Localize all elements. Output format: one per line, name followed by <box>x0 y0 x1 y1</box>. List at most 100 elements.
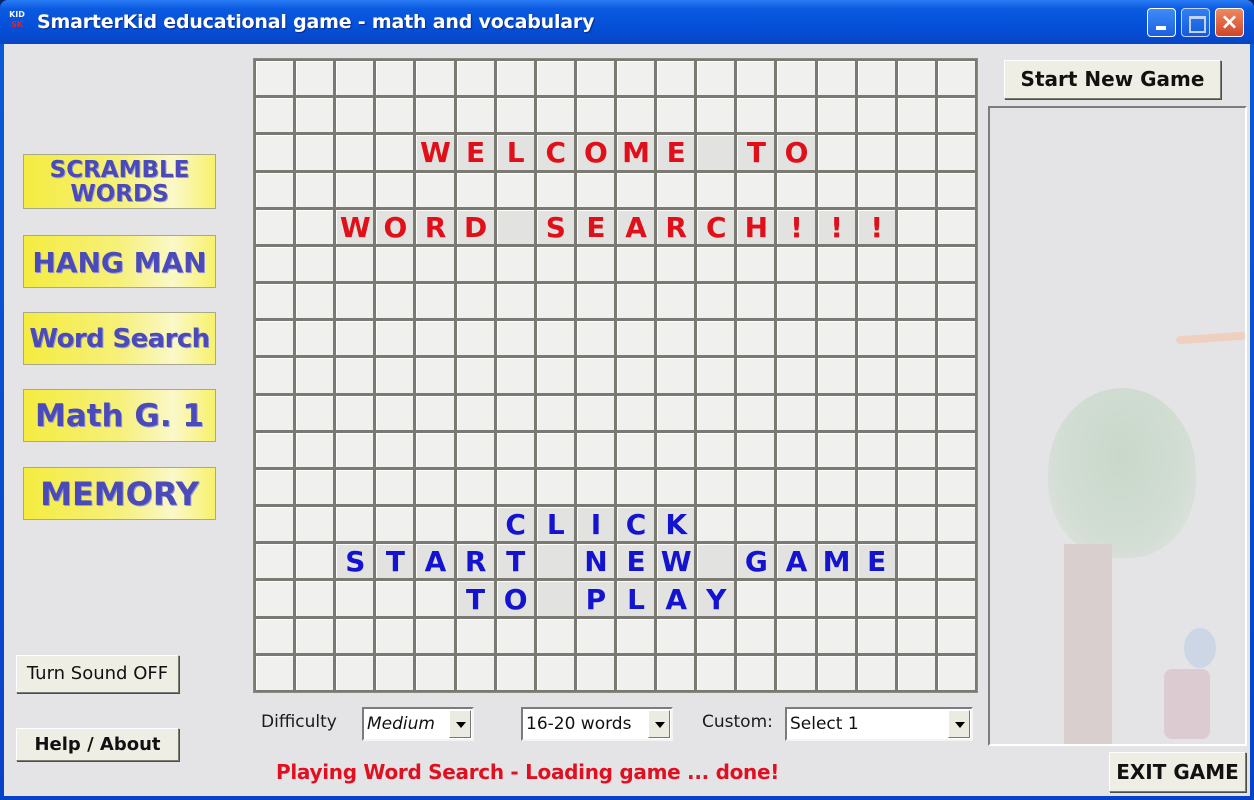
grid-cell[interactable] <box>897 358 935 393</box>
grid-cell[interactable] <box>456 172 494 207</box>
grid-cell[interactable] <box>456 61 494 96</box>
grid-cell-letter[interactable]: S <box>536 209 574 244</box>
grid-cell-letter[interactable]: W <box>416 135 454 170</box>
grid-cell[interactable] <box>376 618 414 653</box>
grid-cell[interactable] <box>777 469 815 505</box>
grid-cell-letter[interactable]: T <box>737 135 775 170</box>
grid-cell[interactable] <box>536 395 574 430</box>
grid-cell-letter[interactable]: O <box>777 135 815 170</box>
grid-cell[interactable] <box>496 172 534 207</box>
grid-cell-letter[interactable]: A <box>777 544 815 579</box>
grid-cell[interactable] <box>657 172 695 207</box>
grid-cell[interactable] <box>857 395 895 430</box>
grid-cell[interactable] <box>576 432 614 467</box>
grid-cell-letter[interactable]: R <box>657 209 695 244</box>
grid-cell[interactable] <box>817 618 855 653</box>
grid-cell[interactable] <box>817 395 855 430</box>
grid-cell[interactable] <box>376 395 414 430</box>
grid-cell[interactable] <box>817 507 855 542</box>
grid-cell[interactable] <box>296 172 334 207</box>
grid-cell[interactable] <box>616 246 655 282</box>
grid-cell-letter[interactable]: E <box>616 544 655 579</box>
grid-cell[interactable] <box>657 61 695 96</box>
grid-cell[interactable] <box>536 321 574 356</box>
grid-cell[interactable] <box>737 284 775 319</box>
memory-button[interactable]: MEMORY <box>23 467 216 520</box>
grid-cell[interactable] <box>737 61 775 96</box>
grid-cell[interactable] <box>536 61 574 96</box>
grid-cell[interactable] <box>256 284 294 319</box>
grid-cell[interactable] <box>937 507 975 542</box>
grid-cell[interactable] <box>536 246 574 282</box>
grid-cell[interactable] <box>657 98 695 133</box>
grid-cell-letter[interactable]: E <box>576 209 614 244</box>
grid-cell[interactable] <box>937 618 975 653</box>
grid-cell[interactable] <box>376 98 414 133</box>
grid-cell[interactable] <box>657 432 695 467</box>
grid-cell-letter[interactable]: W <box>336 209 374 244</box>
grid-cell[interactable] <box>376 469 414 505</box>
grid-cell[interactable] <box>296 98 334 133</box>
grid-cell[interactable] <box>416 246 454 282</box>
grid-cell[interactable] <box>777 358 815 393</box>
grid-cell[interactable] <box>576 98 614 133</box>
grid-cell[interactable] <box>256 135 294 170</box>
grid-cell[interactable] <box>376 246 414 282</box>
grid-cell-letter[interactable]: C <box>536 135 574 170</box>
grid-cell[interactable] <box>616 618 655 653</box>
grid-cell[interactable] <box>536 358 574 393</box>
grid-cell[interactable] <box>817 581 855 616</box>
grid-cell[interactable] <box>616 469 655 505</box>
grid-cell[interactable] <box>777 284 815 319</box>
close-button[interactable]: × <box>1215 8 1244 37</box>
grid-cell[interactable] <box>336 284 374 319</box>
grid-cell[interactable] <box>296 135 334 170</box>
grid-cell[interactable] <box>256 172 294 207</box>
start-new-game-button[interactable]: Start New Game <box>1004 60 1221 99</box>
grid-cell[interactable] <box>777 61 815 96</box>
grid-cell[interactable] <box>536 432 574 467</box>
grid-cell[interactable] <box>616 98 655 133</box>
grid-cell[interactable] <box>937 358 975 393</box>
grid-cell[interactable] <box>376 172 414 207</box>
grid-cell[interactable] <box>336 321 374 356</box>
grid-cell-letter[interactable]: C <box>697 209 735 244</box>
grid-cell[interactable] <box>857 618 895 653</box>
grid-cell[interactable] <box>817 358 855 393</box>
grid-cell-letter[interactable]: M <box>616 135 655 170</box>
grid-cell[interactable] <box>456 321 494 356</box>
grid-cell[interactable] <box>817 432 855 467</box>
grid-cell-blank[interactable] <box>536 581 574 616</box>
turn-sound-off-button[interactable]: Turn Sound OFF <box>16 655 179 693</box>
grid-cell[interactable] <box>336 618 374 653</box>
grid-cell[interactable] <box>817 172 855 207</box>
grid-cell[interactable] <box>937 284 975 319</box>
grid-cell[interactable] <box>857 358 895 393</box>
grid-cell[interactable] <box>897 135 935 170</box>
chevron-down-icon[interactable] <box>948 710 970 738</box>
grid-cell[interactable] <box>697 655 735 690</box>
grid-cell[interactable] <box>937 98 975 133</box>
grid-cell[interactable] <box>256 321 294 356</box>
grid-cell[interactable] <box>456 655 494 690</box>
grid-cell-letter[interactable]: ! <box>857 209 895 244</box>
grid-cell-letter[interactable]: E <box>657 135 695 170</box>
grid-cell[interactable] <box>376 655 414 690</box>
grid-cell[interactable] <box>737 172 775 207</box>
grid-cell[interactable] <box>536 98 574 133</box>
grid-cell[interactable] <box>456 469 494 505</box>
grid-cell[interactable] <box>296 395 334 430</box>
grid-cell[interactable] <box>937 209 975 244</box>
grid-cell[interactable] <box>817 98 855 133</box>
grid-cell[interactable] <box>496 469 534 505</box>
grid-cell-letter[interactable]: ! <box>817 209 855 244</box>
grid-cell[interactable] <box>256 246 294 282</box>
grid-cell[interactable] <box>777 432 815 467</box>
chevron-down-icon[interactable] <box>449 710 471 738</box>
grid-cell[interactable] <box>857 284 895 319</box>
grid-cell[interactable] <box>456 284 494 319</box>
grid-cell[interactable] <box>496 358 534 393</box>
grid-cell[interactable] <box>737 655 775 690</box>
grid-cell[interactable] <box>616 358 655 393</box>
grid-cell[interactable] <box>256 432 294 467</box>
